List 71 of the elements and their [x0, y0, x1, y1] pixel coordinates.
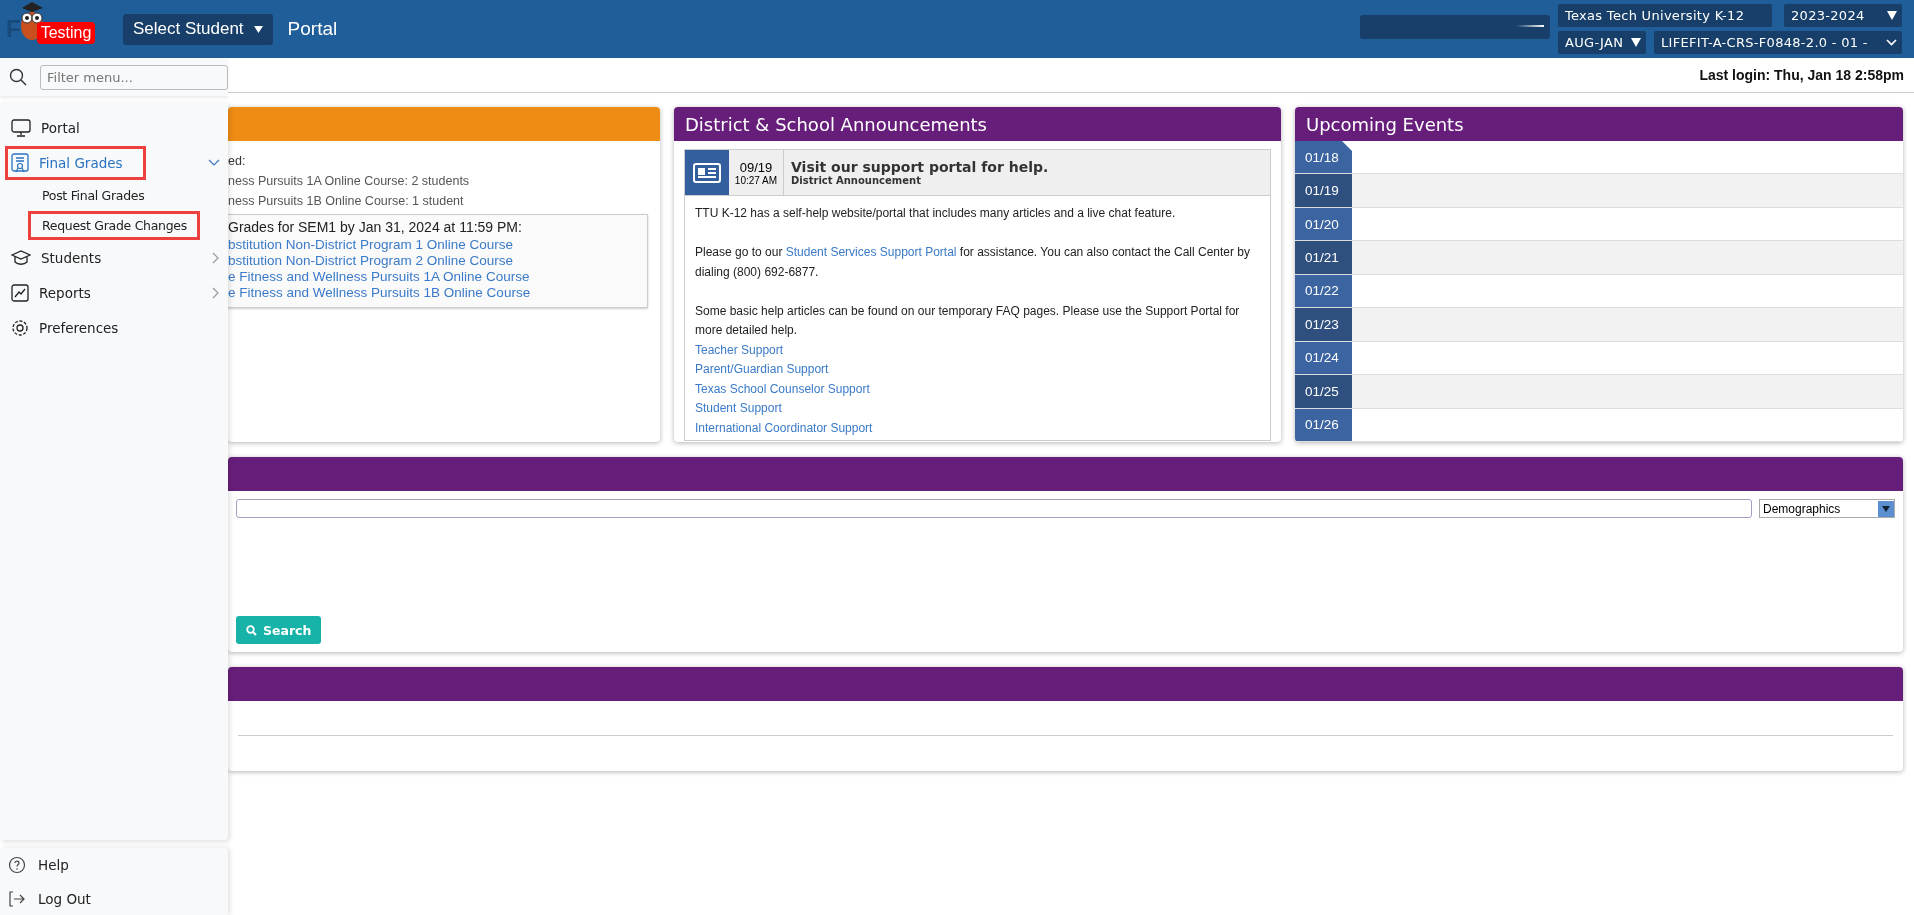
notice-text: ness Pursuits 1A Online Course: 2 students: [228, 173, 471, 190]
menu-item[interactable]: Preferences: [5, 311, 142, 344]
header-field[interactable]: [1360, 15, 1550, 39]
support-link[interactable]: International Coordinator Support: [695, 418, 873, 438]
announcement-title: Visit our support portal for help.: [791, 159, 1049, 175]
announcement-paragraph: Please go to our Student Services Support Portal for assistance. You can also contact the Call Center by dialing (800) 692-6877.: [695, 244, 1251, 281]
last-login-text: Last login: Thu, Jan 18 2:58pm: [1699, 67, 1904, 83]
course-link[interactable]: bstitution Non-District Program 2 Online Course: [228, 253, 639, 269]
caret-icon: [1631, 38, 1641, 47]
course-link[interactable]: bstitution Non-District Program 1 Online Course: [228, 237, 639, 253]
announcement-type: District Announcement: [791, 175, 922, 186]
logout-icon: [8, 890, 26, 907]
notice-text: ed:: [228, 153, 247, 170]
chevron-right-icon[interactable]: [212, 251, 220, 264]
event-date[interactable]: 01/24: [1295, 341, 1352, 375]
submenu-item[interactable]: Post Final Grades: [28, 180, 158, 210]
caret-icon: [1878, 500, 1894, 517]
menu-item[interactable]: Students: [5, 241, 125, 274]
search-icon: [246, 624, 257, 636]
course-link[interactable]: e Fitness and Wellness Pursuits 1A Online Course: [228, 269, 639, 285]
menu-item[interactable]: Portal: [5, 111, 103, 144]
search-icon: [9, 68, 27, 86]
event-date[interactable]: 01/25: [1295, 375, 1352, 408]
panel-title: District & School Announcements: [685, 113, 987, 135]
settings-icon: [11, 318, 29, 337]
support-link[interactable]: Texas School Counselor Support: [695, 379, 870, 399]
course-link[interactable]: e Fitness and Wellness Pursuits 1B Online Course: [228, 285, 639, 301]
chart-icon: [11, 283, 29, 302]
student-select[interactable]: Select Student: [123, 13, 273, 45]
category-select[interactable]: Demographics: [1759, 499, 1895, 518]
testing-badge: Testing: [36, 22, 96, 44]
help-icon: [8, 856, 26, 875]
newspaper-icon: [693, 162, 721, 183]
deadline-heading: Grades for SEM1 by Jan 31, 2024 at 11:59 PM:: [228, 219, 523, 235]
filter-menu-field[interactable]: Filter menu...: [40, 64, 228, 90]
announcement-time: 10:27 AM: [734, 174, 778, 186]
announcement-date: 09/19: [739, 159, 773, 175]
event-date[interactable]: 01/26: [1295, 408, 1352, 441]
search-field[interactable]: [236, 499, 1752, 518]
event-date[interactable]: 01/19: [1295, 174, 1352, 207]
notice-text: ness Pursuits 1B Online Course: 1 student: [228, 193, 465, 210]
support-link[interactable]: Parent/Guardian Support: [695, 360, 829, 380]
chevron-right-icon[interactable]: [212, 286, 220, 299]
monitor-icon: [11, 118, 31, 137]
caret-icon: [1887, 11, 1897, 20]
school-field[interactable]: Texas Tech University K-12: [1558, 4, 1772, 27]
dropdown-select[interactable]: LIFEFIT-A-CRS-F0848-2.0 - 01 -: [1654, 31, 1902, 54]
support-portal-link[interactable]: Student Services Support Portal: [785, 245, 957, 259]
event-date[interactable]: 01/18: [1295, 141, 1352, 174]
support-link[interactable]: Teacher Support: [695, 340, 784, 360]
event-date[interactable]: 01/23: [1295, 308, 1352, 341]
graduation-cap-icon: [11, 248, 31, 267]
caret-icon: [253, 25, 263, 33]
menu-item[interactable]: Help: [0, 856, 69, 875]
page-title: Portal: [287, 18, 338, 40]
announcement-paragraph: Some basic help articles can be found on our temporary FAQ pages. Please use the Support Portal for more detailed help.: [695, 302, 1241, 339]
dropdown-select[interactable]: AUG-JAN: [1558, 31, 1646, 54]
chevron-down-icon[interactable]: [208, 158, 220, 167]
announcement-paragraph: TTU K-12 has a self-help website/portal that includes many articles and a live chat feature.: [695, 205, 1177, 222]
event-date[interactable]: 01/21: [1295, 241, 1352, 274]
menu-item[interactable]: Log Out: [0, 890, 91, 907]
event-date[interactable]: 01/22: [1295, 274, 1352, 308]
panel-title: Upcoming Events: [1306, 113, 1464, 135]
submenu-item[interactable]: Request Grade Changes: [28, 210, 200, 240]
chevron-down-icon: [1886, 39, 1897, 46]
certificate-icon: [11, 152, 29, 173]
menu-item[interactable]: Final Grades: [5, 145, 146, 180]
menu-item[interactable]: Reports: [5, 276, 114, 309]
event-date[interactable]: 01/20: [1295, 207, 1352, 241]
dropdown-select[interactable]: 2023-2024: [1784, 4, 1902, 27]
support-link[interactable]: Student Support: [695, 399, 782, 419]
